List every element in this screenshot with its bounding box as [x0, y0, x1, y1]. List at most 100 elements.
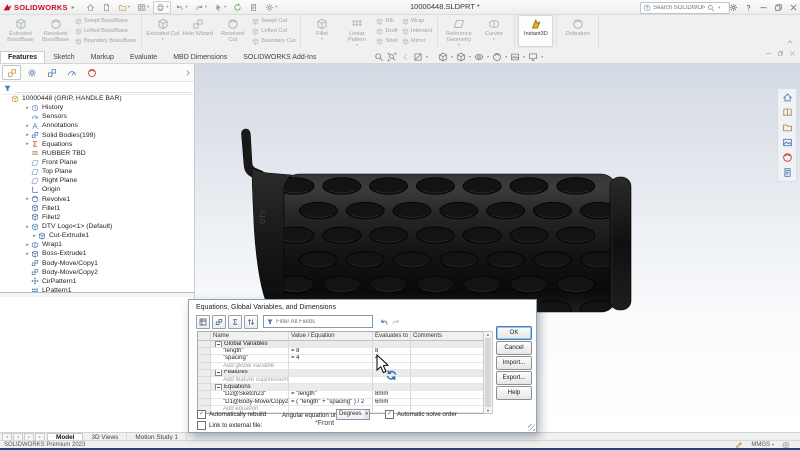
cell-comments[interactable]	[411, 399, 484, 406]
cell-name[interactable]: Equations	[211, 384, 289, 391]
taskpane-view-palette-button[interactable]	[780, 136, 795, 149]
settings-button[interactable]	[729, 3, 738, 12]
cell-value-equation[interactable]	[289, 384, 373, 391]
close-window-button[interactable]	[789, 3, 798, 12]
tab-markup[interactable]: Markup	[83, 51, 122, 63]
previous-view-button[interactable]	[400, 52, 410, 62]
redo-button[interactable]: ▾	[192, 1, 210, 14]
boundary-cut-button[interactable]: Boundary Cut	[252, 37, 295, 46]
cell-comments[interactable]	[411, 384, 484, 391]
file-properties-button[interactable]	[246, 1, 261, 14]
featuremanager-tab[interactable]	[2, 65, 21, 80]
export-button[interactable]: Export...	[496, 371, 532, 385]
boundary-boss-base-button[interactable]: Boundary Boss/Base	[75, 37, 136, 46]
shell-button[interactable]: Shell	[376, 37, 397, 46]
row-selector[interactable]	[198, 384, 211, 391]
taskpane-appearances-button[interactable]	[780, 151, 795, 164]
import-button[interactable]: Import...	[496, 356, 532, 370]
cell-name[interactable]: "D2@Sketch23"	[211, 391, 289, 398]
defeature-button[interactable]: Defeature	[560, 15, 595, 47]
undo-button[interactable]: ▾	[172, 1, 190, 14]
equation-row-features[interactable]: Features	[198, 370, 484, 377]
collapse-ribbon-icon[interactable]	[786, 38, 794, 46]
row-selector[interactable]	[198, 341, 211, 348]
cell-value-equation[interactable]: = 8	[289, 348, 373, 355]
expand-arrow-icon[interactable]: ▸	[24, 196, 31, 202]
cell-value-equation[interactable]	[289, 377, 373, 384]
home-button[interactable]	[83, 1, 98, 14]
filter-funnel-icon[interactable]	[3, 84, 12, 93]
linear-pattern-button[interactable]: Linear Pattern▾	[339, 15, 374, 47]
doc-minimize-button[interactable]	[765, 50, 772, 57]
help-search-box[interactable]: ▾	[640, 2, 730, 14]
tree-item-wrap1[interactable]: ▸Wrap1	[0, 240, 193, 249]
curves-button[interactable]: Curves▾	[476, 15, 511, 47]
intersect-button[interactable]: Intersect	[402, 27, 432, 36]
search-dropdown-arrow-icon[interactable]: ▾	[718, 5, 720, 11]
propertymanager-tab[interactable]	[22, 65, 41, 80]
select-button[interactable]: ▾	[211, 1, 229, 14]
column-header-value-equation[interactable]: Value / Equation	[289, 332, 373, 341]
open-button[interactable]: ▾	[115, 1, 133, 14]
tree-item-top-plane[interactable]: Top Plane	[0, 167, 193, 176]
tree-item-fillet1[interactable]: Fillet1	[0, 204, 193, 213]
column-header-evaluates-to[interactable]: Evaluates to	[373, 332, 411, 341]
equation-row-d2-sketch23[interactable]: "D2@Sketch23"= "length"8mm	[198, 391, 484, 398]
tree-item-origin[interactable]: Origin	[0, 185, 193, 194]
tree-item-revolve1[interactable]: ▸Revolve1	[0, 195, 193, 204]
cell-name[interactable]: Features	[211, 370, 289, 377]
edit-appearance-button[interactable]	[492, 52, 502, 62]
fillet-button[interactable]: Fillet▾	[304, 15, 339, 47]
ordered-view-button[interactable]	[228, 315, 242, 329]
rebuild-button[interactable]	[230, 1, 245, 14]
display-style-button[interactable]	[456, 52, 466, 62]
tree-item-dtv-logo-1-default[interactable]: ▸DTV Logo<1> (Default)	[0, 222, 193, 231]
cell-name[interactable]: Global Variables	[211, 341, 289, 348]
minimize-button[interactable]	[759, 3, 768, 12]
mirror-button[interactable]: Mirror	[402, 37, 432, 46]
expand-arrow-icon[interactable]: ▸	[24, 224, 31, 230]
tree-item-solid-bodies-199[interactable]: ▸Solid Bodies(199)	[0, 131, 193, 140]
scrollbar-thumb[interactable]	[485, 338, 491, 407]
row-selector[interactable]	[198, 355, 211, 362]
cancel-button[interactable]: Cancel	[496, 341, 532, 355]
table-scrollbar[interactable]: ▲ ▼	[483, 331, 493, 414]
tab-evaluate[interactable]: Evaluate	[122, 51, 165, 63]
panel-splitter[interactable]	[0, 292, 194, 297]
scroll-up-icon[interactable]: ▲	[486, 332, 490, 337]
cell-value-equation[interactable]	[289, 370, 373, 377]
automatically-rebuild-checkbox[interactable]: ✓ Automatically rebuild	[197, 410, 266, 419]
zoom-to-area-button[interactable]	[387, 52, 397, 62]
equation-row-spacing[interactable]: "spacing"= 44	[198, 355, 484, 362]
tab-mbd-dimensions[interactable]: MBD Dimensions	[165, 51, 235, 63]
link-external-file-checkbox[interactable]: Link to external file:	[197, 421, 262, 430]
row-selector[interactable]	[198, 348, 211, 355]
revolved-boss-base-button[interactable]: Revolved Boss/Base	[38, 15, 73, 47]
undo-button[interactable]	[379, 317, 389, 327]
tab-solidworks-add-ins[interactable]: SOLIDWORKS Add-Ins	[235, 51, 324, 63]
help-button[interactable]: Help	[496, 386, 532, 400]
cell-comments[interactable]	[411, 391, 484, 398]
taskpane-design-library-button[interactable]	[780, 106, 795, 119]
tab-sketch[interactable]: Sketch	[45, 51, 82, 63]
configurationmanager-tab[interactable]	[42, 65, 61, 80]
cell-value-equation[interactable]: = "length"	[289, 391, 373, 398]
tree-item-10000448-grip-handle-bar[interactable]: 10000448 (GRIP, HANDLE BAR)	[0, 94, 193, 103]
expand-arrow-icon[interactable]: ▸	[24, 123, 31, 129]
section-view-button[interactable]	[413, 52, 423, 62]
restore-window-button[interactable]	[774, 3, 783, 12]
tree-item-annotations[interactable]: ▸Annotations	[0, 121, 193, 130]
save-button[interactable]: ▾	[134, 1, 152, 14]
wrap-button[interactable]: Wrap	[402, 17, 432, 26]
cell-comments[interactable]	[411, 341, 484, 348]
print-button[interactable]: ▾	[153, 1, 171, 14]
cell-comments[interactable]	[411, 355, 484, 362]
automatic-solve-order-checkbox[interactable]: ✓ Automatic solve order	[385, 410, 457, 419]
tree-item-body-move-copy1[interactable]: Body-Move/Copy1	[0, 259, 193, 268]
lofted-cut-button[interactable]: Lofted Cut	[252, 27, 295, 36]
equation-row-add-feature-suppression[interactable]: Add feature suppression	[198, 377, 484, 384]
tree-item-right-plane[interactable]: Right Plane	[0, 176, 193, 185]
dimension-view-button[interactable]	[212, 315, 226, 329]
search-icon[interactable]	[707, 4, 715, 12]
hide-show-items-button[interactable]	[474, 52, 484, 62]
